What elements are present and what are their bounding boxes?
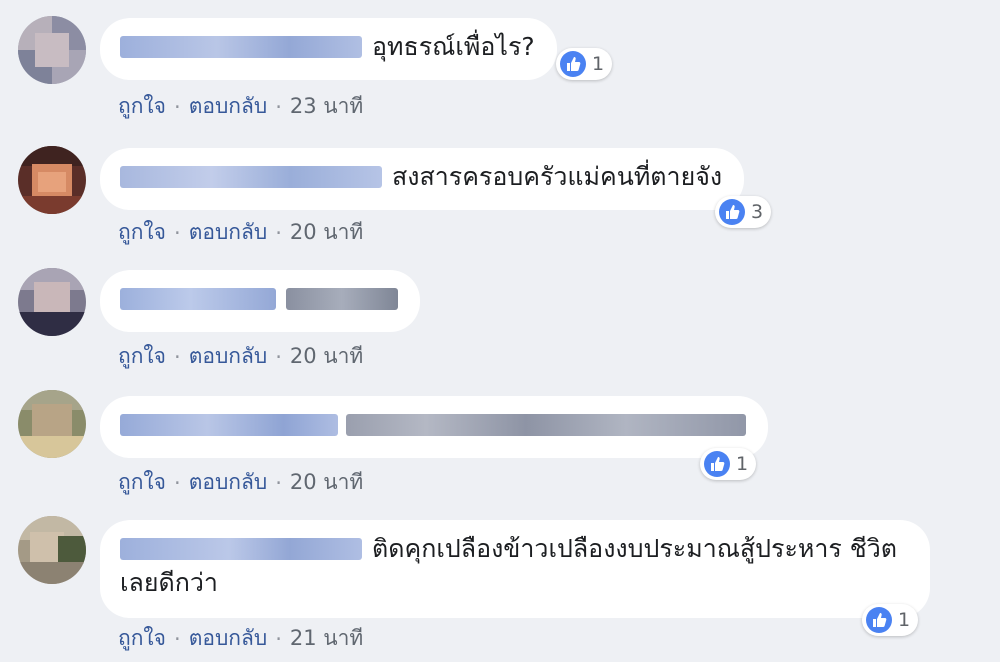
like-link[interactable]: ถูกใจ: [118, 466, 166, 499]
comment-bubble: อุทธรณ์เพื่อไร?: [100, 18, 557, 80]
commenter-name[interactable]: [120, 414, 338, 436]
thumbs-up-icon: [560, 51, 586, 77]
timestamp[interactable]: 20 นาที: [290, 466, 363, 499]
reaction-badge[interactable]: 1: [862, 604, 919, 636]
reaction-badge[interactable]: 1: [700, 448, 757, 480]
reply-link[interactable]: ตอบกลับ: [189, 466, 268, 499]
comment-text: สงสารครอบครัวแม่คนที่ตายจัง: [392, 162, 723, 191]
reaction-badge[interactable]: 1: [556, 48, 613, 80]
comment-actions: ถูกใจ · ตอบกลับ · 23 นาที: [118, 90, 363, 123]
like-link[interactable]: ถูกใจ: [118, 216, 166, 249]
separator: ·: [275, 220, 282, 245]
separator: ·: [174, 344, 181, 369]
avatar[interactable]: [18, 268, 86, 336]
comment-text-blurred: [286, 288, 398, 310]
separator: ·: [275, 344, 282, 369]
commenter-name[interactable]: [120, 288, 276, 310]
separator: ·: [174, 470, 181, 495]
separator: ·: [174, 626, 181, 651]
comment-bubble: [100, 396, 768, 458]
reaction-count: 1: [736, 453, 749, 475]
thumbs-up-icon: [719, 199, 745, 225]
reaction-count: 3: [751, 201, 764, 223]
thumbs-up-icon: [866, 607, 892, 633]
commenter-name[interactable]: [120, 538, 362, 560]
separator: ·: [174, 94, 181, 119]
comment-text-blurred: [346, 414, 746, 436]
reply-link[interactable]: ตอบกลับ: [189, 622, 268, 655]
comment-actions: ถูกใจ · ตอบกลับ · 20 นาที: [118, 466, 363, 499]
reply-link[interactable]: ตอบกลับ: [189, 90, 268, 123]
separator: ·: [174, 220, 181, 245]
comment-actions: ถูกใจ · ตอบกลับ · 20 นาที: [118, 340, 363, 373]
avatar[interactable]: [18, 390, 86, 458]
reaction-count: 1: [592, 53, 605, 75]
like-link[interactable]: ถูกใจ: [118, 622, 166, 655]
like-link[interactable]: ถูกใจ: [118, 340, 166, 373]
comment-bubble: ติดคุกเปลืองข้าวเปลืองงบประมาณสู้ประหาร …: [100, 520, 930, 618]
comment-actions: ถูกใจ · ตอบกลับ · 20 นาที: [118, 216, 363, 249]
like-link[interactable]: ถูกใจ: [118, 90, 166, 123]
avatar[interactable]: [18, 516, 86, 584]
avatar[interactable]: [18, 16, 86, 84]
reaction-count: 1: [898, 609, 911, 631]
reply-link[interactable]: ตอบกลับ: [189, 216, 268, 249]
timestamp[interactable]: 21 นาที: [290, 622, 363, 655]
comment-actions: ถูกใจ · ตอบกลับ · 21 นาที: [118, 622, 363, 655]
separator: ·: [275, 94, 282, 119]
timestamp[interactable]: 23 นาที: [290, 90, 363, 123]
separator: ·: [275, 626, 282, 651]
comment-bubble: [100, 270, 420, 332]
avatar[interactable]: [18, 146, 86, 214]
separator: ·: [275, 470, 282, 495]
comment-text: อุทธรณ์เพื่อไร?: [372, 32, 535, 61]
thumbs-up-icon: [704, 451, 730, 477]
timestamp[interactable]: 20 นาที: [290, 216, 363, 249]
comment-bubble: สงสารครอบครัวแม่คนที่ตายจัง: [100, 148, 745, 210]
commenter-name[interactable]: [120, 36, 362, 58]
timestamp[interactable]: 20 นาที: [290, 340, 363, 373]
commenter-name[interactable]: [120, 166, 382, 188]
reaction-badge[interactable]: 3: [715, 196, 772, 228]
reply-link[interactable]: ตอบกลับ: [189, 340, 268, 373]
